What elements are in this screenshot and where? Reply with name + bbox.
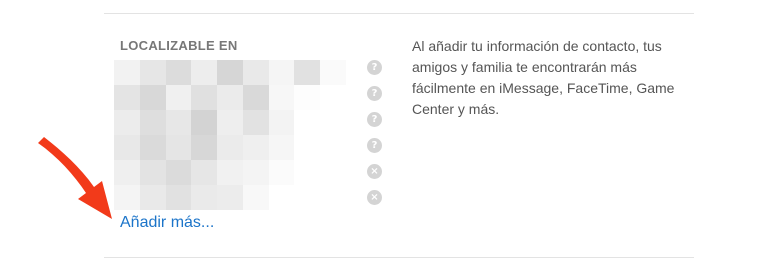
redaction-pixel [242, 160, 269, 185]
redaction-pixel [320, 135, 346, 160]
redaction-pixel [217, 160, 243, 185]
help-icon[interactable]: ? [367, 138, 382, 153]
redaction-pixel [139, 85, 166, 110]
redaction-pixel [294, 185, 321, 210]
redaction-pixel [114, 110, 140, 135]
redaction-pixel [268, 110, 295, 135]
redaction-pixel [191, 110, 218, 135]
redaction-pixel [294, 85, 321, 110]
remove-icon[interactable]: × [367, 190, 382, 205]
redaction-pixel [165, 60, 192, 85]
bottom-divider [104, 257, 694, 258]
redaction-pixel [294, 160, 321, 185]
redaction-pixel [191, 135, 218, 160]
redaction-pixel [320, 160, 346, 185]
redaction-pixel [165, 135, 192, 160]
page: LOCALIZABLE EN ? ? ? ? × × Añadir más...… [0, 0, 772, 277]
redaction-pixel [242, 85, 269, 110]
redaction-pixel [165, 160, 192, 185]
redacted-contact-list [114, 60, 346, 210]
redaction-pixel [139, 160, 166, 185]
redaction-pixel [320, 110, 346, 135]
redaction-pixel [114, 85, 140, 110]
redaction-pixel [191, 185, 218, 210]
redaction-pixel [268, 60, 295, 85]
redaction-pixel [217, 135, 243, 160]
redaction-pixel [242, 60, 269, 85]
redaction-pixel [268, 160, 295, 185]
help-icon[interactable]: ? [367, 112, 382, 127]
redaction-pixel [139, 135, 166, 160]
redaction-pixel [217, 110, 243, 135]
arrow-shape [38, 137, 112, 219]
redaction-pixel [217, 60, 243, 85]
redaction-pixel [320, 85, 346, 110]
entry-status-icons: ? ? ? ? × × [367, 60, 383, 216]
help-icon[interactable]: ? [367, 60, 382, 75]
redaction-pixel [242, 135, 269, 160]
redaction-pixel [268, 135, 295, 160]
redaction-pixel [320, 60, 346, 85]
redaction-pixel [294, 60, 321, 85]
redaction-pixel [191, 160, 218, 185]
section-description: Al añadir tu información de contacto, tu… [412, 38, 675, 117]
redaction-pixel [165, 185, 192, 210]
redaction-pixel [242, 185, 269, 210]
redaction-pixel [294, 135, 321, 160]
remove-icon[interactable]: × [367, 164, 382, 179]
redaction-pixel [268, 85, 295, 110]
section-title: LOCALIZABLE EN [120, 38, 238, 53]
redaction-pixel [217, 185, 243, 210]
redaction-pixel [139, 60, 166, 85]
redaction-pixel [191, 60, 218, 85]
redaction-pixel [294, 110, 321, 135]
redaction-pixel [242, 110, 269, 135]
redaction-pixel [320, 185, 346, 210]
redaction-pixel [268, 185, 295, 210]
help-icon[interactable]: ? [367, 86, 382, 101]
redaction-pixel [191, 85, 218, 110]
redaction-pixel [139, 110, 166, 135]
red-arrow-icon [38, 137, 112, 219]
top-divider [104, 13, 694, 14]
add-more-link[interactable]: Añadir más... [120, 214, 214, 232]
redaction-pixel [165, 85, 192, 110]
redaction-pixel [165, 110, 192, 135]
redaction-pixel [139, 185, 166, 210]
redaction-pixel [114, 60, 140, 85]
redaction-pixel [217, 85, 243, 110]
